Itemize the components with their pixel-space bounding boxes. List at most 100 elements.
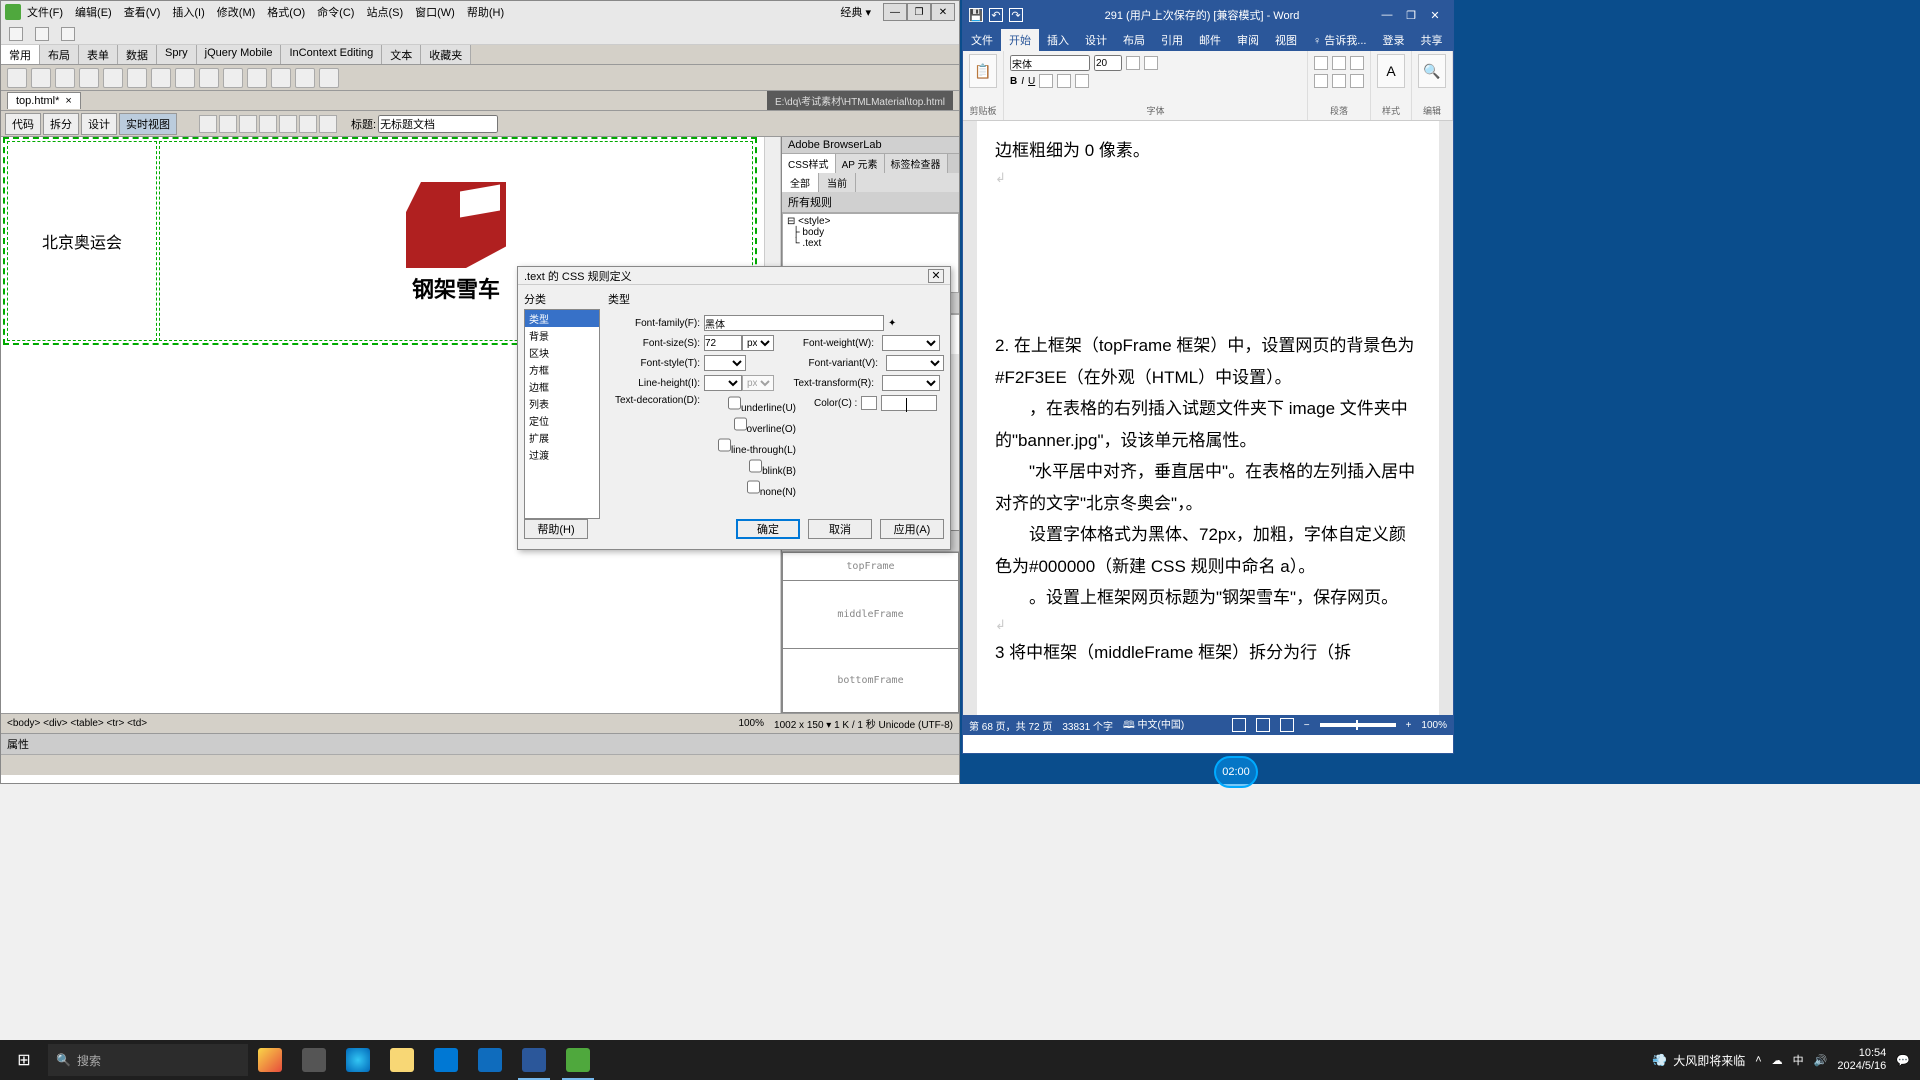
deco-overline[interactable]: overline(O) [704,416,796,435]
font-style-select[interactable] [704,355,746,371]
cat-transition[interactable]: 过渡 [525,446,599,463]
tab-text[interactable]: 文本 [382,45,421,64]
system-tray[interactable]: ˄ ☁ 中 🔊 10:54 2024/5/16 💬 [1745,1047,1920,1073]
login-link[interactable]: 登录 [1374,29,1412,51]
tag-inspector-tab[interactable]: 标签检查器 [885,154,948,173]
tag-selector[interactable]: <body> <div> <table> <tr> <td> [7,718,147,729]
menu-insert[interactable]: 插入(I) [172,4,204,20]
close-tab-icon[interactable]: × [65,95,71,107]
deco-none[interactable]: none(N) [704,479,796,498]
help-button[interactable]: 帮助(H) [524,519,588,539]
tab-layout[interactable]: 布局 [1115,29,1153,51]
color-swatch[interactable] [861,396,877,410]
zoom-percent[interactable]: 100% [1421,720,1447,731]
cat-extensions[interactable]: 扩展 [525,429,599,446]
multilevel-icon[interactable] [1350,56,1364,70]
taskbar-search[interactable]: 🔍 搜索 [48,1044,248,1076]
tab-mailings[interactable]: 邮件 [1191,29,1229,51]
insert-btn-8[interactable] [175,68,195,88]
tb-mail[interactable] [424,1040,468,1080]
word-close[interactable]: ✕ [1423,9,1447,22]
insert-btn-11[interactable] [247,68,267,88]
grow-font-icon[interactable] [1126,56,1140,70]
vicon-1[interactable] [199,115,217,133]
tb-dreamweaver[interactable] [556,1040,600,1080]
tray-cloud-icon[interactable]: ☁ [1772,1054,1783,1067]
minimize-button[interactable]: — [883,3,907,21]
task-view[interactable] [292,1040,336,1080]
font-size-box[interactable] [1094,55,1122,71]
vicon-7[interactable] [319,115,337,133]
zoom-slider[interactable] [1320,723,1396,727]
language-status[interactable]: 🕮 中文(中国) [1123,716,1184,735]
page-count[interactable]: 第 68 页，共 72 页 [969,718,1052,733]
align-left-icon[interactable] [1314,74,1328,88]
font-size-unit[interactable]: px [742,335,774,351]
ap-elements-tab[interactable]: AP 元素 [836,154,885,173]
deco-underline[interactable]: underline(U) [704,395,796,414]
property-header[interactable]: 属性 [1,734,959,755]
star-icon[interactable]: ✦ [888,318,896,329]
cancel-button[interactable]: 取消 [808,519,872,539]
zoom-out[interactable]: − [1304,720,1310,731]
insert-btn-6[interactable] [127,68,147,88]
notification-icon[interactable]: 💬 [1896,1054,1910,1067]
deco-blink[interactable]: blink(B) [704,458,796,477]
site-icon[interactable] [61,27,75,41]
bold-button[interactable]: B [1010,76,1017,87]
insert-btn-1[interactable] [7,68,27,88]
cat-list[interactable]: 列表 [525,395,599,412]
dialog-close-button[interactable]: ✕ [928,269,944,283]
browserlab-panel[interactable]: Adobe BrowserLab [782,137,959,154]
menu-help[interactable]: 帮助(H) [467,4,504,20]
line-height-input[interactable] [704,375,742,391]
maximize-button[interactable]: ❐ [907,3,931,21]
tray-ime-icon[interactable]: 中 [1793,1052,1804,1068]
clock[interactable]: 10:54 2024/5/16 [1837,1047,1886,1073]
vicon-4[interactable] [259,115,277,133]
font-family-input[interactable] [704,315,884,331]
cat-block[interactable]: 区块 [525,344,599,361]
font-variant-select[interactable] [886,355,944,371]
table-cell-left[interactable]: 北京奥运会 [7,141,157,341]
tab-insert[interactable]: 插入 [1039,29,1077,51]
numbering-icon[interactable] [1332,56,1346,70]
tab-layout[interactable]: 布局 [40,45,79,64]
frame-top[interactable]: topFrame [783,553,958,581]
paste-button[interactable]: 📋 [969,54,997,88]
menu-window[interactable]: 窗口(W) [415,4,455,20]
shrink-font-icon[interactable] [1144,56,1158,70]
tab-spry[interactable]: Spry [157,45,197,64]
tab-incontext[interactable]: InContext Editing [281,45,382,64]
css-current-tab[interactable]: 当前 [819,173,856,192]
extend-icon[interactable] [35,27,49,41]
styles-button[interactable]: A [1377,54,1405,88]
word-count[interactable]: 33831 个字 [1062,718,1113,733]
apply-button[interactable]: 应用(A) [880,519,944,539]
menu-view[interactable]: 查看(V) [124,4,161,20]
status-zoom[interactable]: 100% [738,718,764,729]
vicon-6[interactable] [299,115,317,133]
tray-up-icon[interactable]: ˄ [1755,1054,1761,1066]
tb-store[interactable] [468,1040,512,1080]
cat-type[interactable]: 类型 [525,310,599,327]
insert-btn-13[interactable] [295,68,315,88]
insert-btn-10[interactable] [223,68,243,88]
read-mode-icon[interactable] [1232,718,1246,732]
insert-btn-5[interactable] [103,68,123,88]
view-live[interactable]: 实时视图 [119,113,177,135]
menu-site[interactable]: 站点(S) [366,4,403,20]
redo-icon[interactable]: ↷ [1009,8,1023,22]
vicon-5[interactable] [279,115,297,133]
italic-button[interactable]: I [1021,76,1024,87]
cat-box[interactable]: 方框 [525,361,599,378]
tab-favorites[interactable]: 收藏夹 [421,45,471,64]
insert-btn-7[interactable] [151,68,171,88]
insert-btn-12[interactable] [271,68,291,88]
cat-border[interactable]: 边框 [525,378,599,395]
save-icon[interactable]: 💾 [969,8,983,22]
font-name-box[interactable] [1010,55,1090,71]
tab-review[interactable]: 审阅 [1229,29,1267,51]
tb-edge[interactable] [336,1040,380,1080]
undo-icon[interactable]: ↶ [989,8,1003,22]
